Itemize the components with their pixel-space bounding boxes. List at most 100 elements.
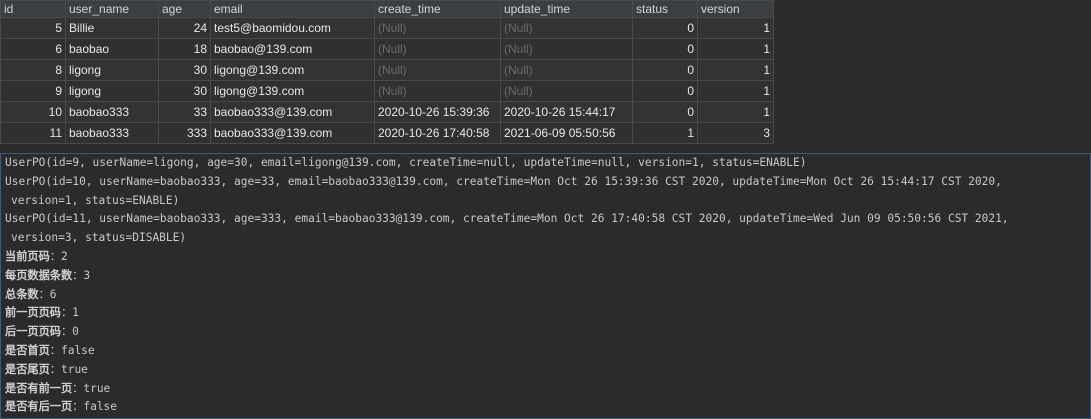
- console-line-value: false: [60, 343, 95, 357]
- cell-update-time[interactable]: (Null): [500, 17, 633, 39]
- console-line-value: 1: [72, 306, 79, 320]
- column-header-age[interactable]: age: [158, 0, 211, 18]
- column-header-email[interactable]: email: [210, 0, 375, 18]
- cell-user-name[interactable]: ligong: [65, 80, 159, 102]
- cell-status[interactable]: 0: [632, 59, 698, 81]
- cell-create-time[interactable]: (Null): [374, 38, 501, 60]
- cell-email[interactable]: ligong@139.com: [210, 80, 375, 102]
- cell-update-time[interactable]: 2020-10-26 15:44:17: [500, 101, 633, 123]
- cell-email[interactable]: baobao333@139.com: [210, 101, 375, 123]
- cell-email[interactable]: baobao333@139.com: [210, 122, 375, 144]
- cell-id[interactable]: 5: [0, 17, 66, 39]
- console-line-value: 2: [60, 249, 68, 263]
- cell-version[interactable]: 1: [697, 101, 774, 123]
- console-line-label: 是否尾页: [5, 362, 50, 376]
- cell-age[interactable]: 18: [158, 38, 211, 60]
- console-line-separator: ：: [49, 249, 61, 263]
- cell-id[interactable]: 8: [0, 59, 66, 81]
- console-line: 总条数：6: [1, 286, 1090, 305]
- console-line-separator: ：: [49, 362, 61, 376]
- cell-id[interactable]: 10: [0, 101, 66, 123]
- table-row[interactable]: 6 baobao 18 baobao@139.com (Null) (Null) 0 1: [0, 38, 774, 60]
- console-line-label: 是否有前一页: [5, 381, 73, 395]
- table-row[interactable]: 5 Billie 24 test5@baomidou.com (Null) (Null) 0…: [0, 17, 774, 39]
- console-line: 是否尾页：true: [1, 361, 1090, 380]
- cell-status[interactable]: 0: [632, 80, 698, 102]
- cell-age[interactable]: 33: [158, 101, 211, 123]
- console-line-value: 3: [83, 268, 91, 282]
- cell-create-time[interactable]: (Null): [374, 80, 501, 102]
- console-output[interactable]: UserPO(id=9, userName=ligong, age=30, em…: [0, 153, 1091, 419]
- cell-update-time[interactable]: (Null): [500, 59, 633, 81]
- table-body: 5 Billie 24 test5@baomidou.com (Null) (Null) 0…: [0, 17, 774, 144]
- console-line-label: 前一页页码: [5, 306, 61, 320]
- table-row[interactable]: 11 baobao333 333 baobao333@139.com 2020-10-2…: [0, 122, 774, 144]
- console-line: UserPO(id=10, userName=baobao333, age=33…: [5, 174, 1002, 188]
- cell-version[interactable]: 1: [697, 59, 774, 81]
- console-line-label: 每页数据条数: [5, 268, 73, 282]
- cell-status[interactable]: 0: [632, 17, 698, 39]
- cell-version[interactable]: 1: [697, 80, 774, 102]
- cell-create-time[interactable]: 2020-10-26 17:40:58: [374, 122, 501, 144]
- console-line-value: true: [83, 381, 111, 395]
- console-line-separator: ：: [72, 400, 84, 414]
- cell-user-name[interactable]: ligong: [65, 59, 159, 81]
- column-header-version[interactable]: version: [697, 0, 774, 18]
- cell-age[interactable]: 333: [158, 122, 211, 144]
- column-header-create-time[interactable]: create_time: [374, 0, 501, 18]
- cell-update-time[interactable]: (Null): [500, 80, 633, 102]
- result-table-panel[interactable]: id user_name age email create_time update_tim…: [0, 0, 774, 151]
- cell-create-time[interactable]: (Null): [374, 59, 501, 81]
- table-row[interactable]: 10 baobao333 33 baobao333@139.com 2020-10-26…: [0, 101, 774, 123]
- console-line-separator: ：: [49, 343, 61, 357]
- cell-version[interactable]: 1: [697, 17, 774, 39]
- cell-email[interactable]: baobao@139.com: [210, 38, 375, 60]
- table-header-row: id user_name age email create_time update_tim…: [0, 0, 774, 18]
- cell-user-name[interactable]: Billie: [65, 17, 159, 39]
- app-window: id user_name age email create_time update_tim…: [0, 0, 1091, 419]
- console-line-label: 后一页页码: [5, 325, 61, 339]
- cell-id[interactable]: 6: [0, 38, 66, 60]
- console-line-label: 总条数: [5, 287, 39, 301]
- cell-version[interactable]: 3: [697, 122, 774, 144]
- console-line-value: false: [83, 400, 118, 414]
- console-line: UserPO(id=11, userName=baobao333, age=33…: [5, 212, 1009, 226]
- cell-user-name[interactable]: baobao333: [65, 122, 159, 144]
- cell-create-time[interactable]: 2020-10-26 15:39:36: [374, 101, 501, 123]
- cell-status[interactable]: 0: [632, 38, 698, 60]
- console-line: 当前页码：2: [1, 248, 1090, 267]
- cell-update-time[interactable]: (Null): [500, 38, 633, 60]
- console-line: 是否首页：false: [1, 342, 1090, 361]
- cell-id[interactable]: 11: [0, 122, 66, 144]
- cell-age[interactable]: 24: [158, 17, 211, 39]
- column-header-id[interactable]: id: [0, 0, 66, 18]
- console-line-separator: ：: [72, 381, 84, 395]
- cell-user-name[interactable]: baobao333: [65, 101, 159, 123]
- console-line-value: 6: [49, 287, 57, 301]
- cell-user-name[interactable]: baobao: [65, 38, 159, 60]
- cell-age[interactable]: 30: [158, 80, 211, 102]
- table-row[interactable]: 8 ligong 30 ligong@139.com (Null) (Null) 0 1: [0, 59, 774, 81]
- console-line-separator: ：: [38, 287, 50, 301]
- cell-email[interactable]: test5@baomidou.com: [210, 17, 375, 39]
- console-line: version=3, status=DISABLE): [11, 231, 187, 245]
- cell-age[interactable]: 30: [158, 59, 211, 81]
- console-line: 是否有后一页：false: [1, 398, 1090, 417]
- console-line-value: 0: [72, 325, 79, 339]
- cell-email[interactable]: ligong@139.com: [210, 59, 375, 81]
- cell-version[interactable]: 1: [697, 38, 774, 60]
- table-row[interactable]: 9 ligong 30 ligong@139.com (Null) (Null) 0 1: [0, 80, 774, 102]
- console-line: 是否有前一页：true: [1, 380, 1090, 399]
- cell-create-time[interactable]: (Null): [374, 17, 501, 39]
- result-table[interactable]: id user_name age email create_time update_tim…: [0, 0, 774, 144]
- column-header-user-name[interactable]: user_name: [65, 0, 159, 18]
- cell-status[interactable]: 1: [632, 122, 698, 144]
- cell-id[interactable]: 9: [0, 80, 66, 102]
- cell-update-time[interactable]: 2021-06-09 05:50:56: [500, 122, 633, 144]
- console-line: version=1, status=ENABLE): [11, 193, 180, 207]
- column-header-update-time[interactable]: update_time: [500, 0, 633, 18]
- console-line: UserPO(id=9, userName=ligong, age=30, em…: [5, 156, 807, 169]
- console-line-separator: ：: [60, 325, 73, 339]
- cell-status[interactable]: 0: [632, 101, 698, 123]
- column-header-status[interactable]: status: [632, 0, 698, 18]
